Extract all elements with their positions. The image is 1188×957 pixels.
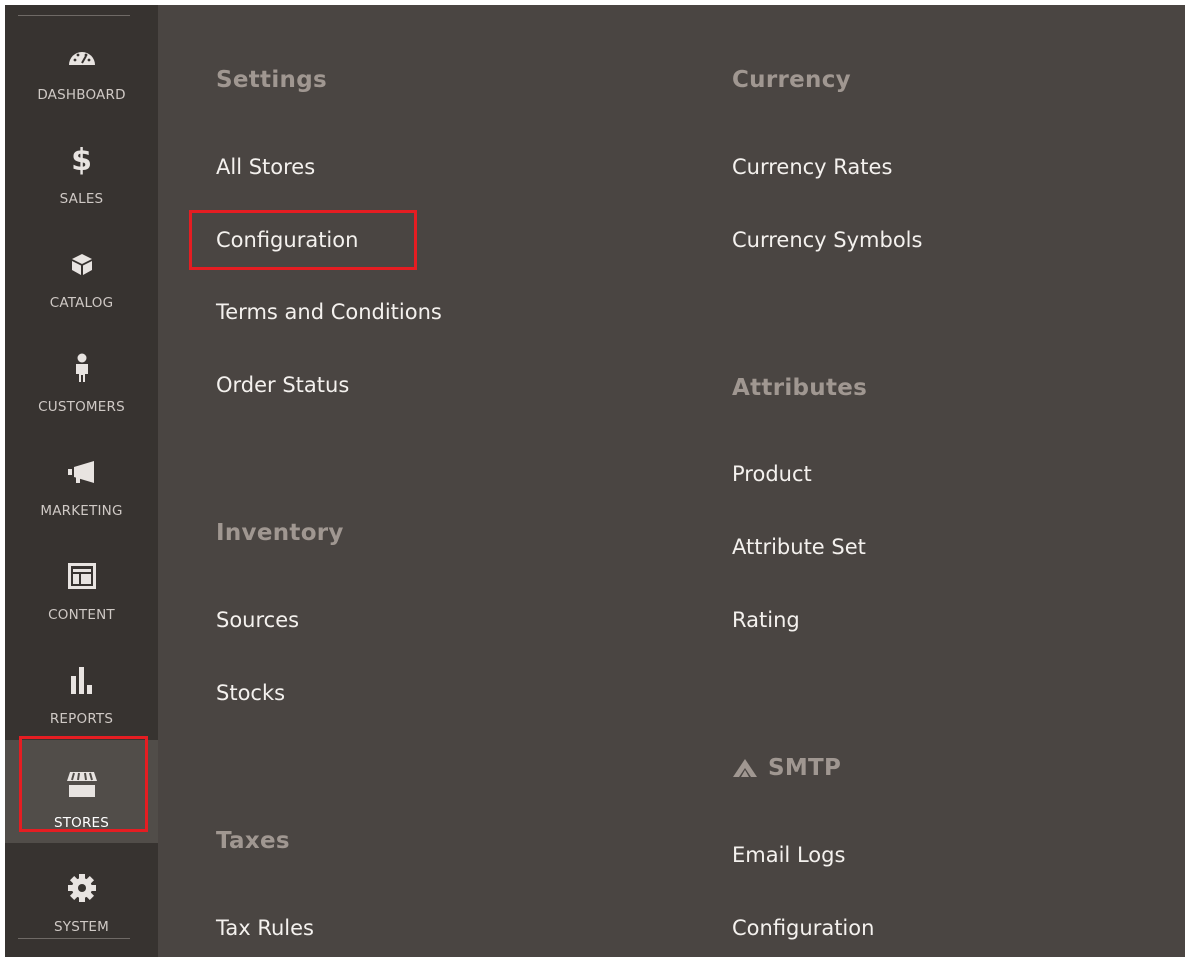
- nav-label-sales: SALES: [59, 191, 104, 207]
- nav-item-marketing[interactable]: MARKETING: [5, 428, 158, 531]
- nav-item-system[interactable]: SYSTEM: [5, 844, 158, 947]
- menu-link-currency-rates[interactable]: Currency Rates: [732, 155, 892, 179]
- menu-link-order-status[interactable]: Order Status: [216, 373, 349, 397]
- menu-link-product[interactable]: Product: [732, 462, 812, 486]
- menu-link-configuration[interactable]: Configuration: [216, 228, 358, 252]
- menu-link-terms-and-conditions[interactable]: Terms and Conditions: [216, 300, 442, 324]
- dashboard-icon: [5, 41, 158, 71]
- dollar-icon: $: [71, 142, 92, 178]
- section-title-currency: Currency: [732, 67, 851, 93]
- nav-label-stores: STORES: [53, 815, 110, 831]
- nav-item-sales[interactable]: $ SALES: [5, 116, 158, 219]
- section-title-settings: Settings: [216, 67, 327, 93]
- nav-label-reports: REPORTS: [49, 711, 114, 727]
- nav-item-content[interactable]: CONTENT: [5, 532, 158, 635]
- section-title-attributes: Attributes: [732, 375, 868, 401]
- menu-link-email-logs[interactable]: Email Logs: [732, 843, 845, 867]
- section-title-taxes: Taxes: [216, 828, 290, 854]
- nav-label-content: CONTENT: [48, 607, 115, 623]
- smtp-title-text: SMTP: [768, 755, 842, 781]
- menu-link-attribute-set[interactable]: Attribute Set: [732, 535, 866, 559]
- megaphone-icon: [5, 457, 158, 487]
- layout-icon: [5, 561, 158, 591]
- nav-item-customers[interactable]: CUSTOMERS: [5, 324, 158, 427]
- menu-link-stocks[interactable]: Stocks: [216, 681, 285, 705]
- nav-item-stores[interactable]: STORES: [5, 740, 158, 843]
- admin-frame: DASHBOARD $ SALES CATALOG CUSTOMERS MARK…: [5, 5, 1185, 957]
- nav-item-catalog[interactable]: CATALOG: [5, 220, 158, 323]
- nav-item-reports[interactable]: REPORTS: [5, 636, 158, 739]
- menu-link-all-stores[interactable]: All Stores: [216, 155, 315, 179]
- smtp-logo-icon: [732, 758, 758, 778]
- menu-link-sources[interactable]: Sources: [216, 608, 299, 632]
- section-title-smtp: SMTP: [732, 755, 841, 781]
- menu-link-rating[interactable]: Rating: [732, 608, 800, 632]
- person-icon: [5, 353, 158, 383]
- nav-label-dashboard: DASHBOARD: [37, 87, 126, 103]
- admin-sidebar: DASHBOARD $ SALES CATALOG CUSTOMERS MARK…: [5, 5, 158, 957]
- nav-label-system: SYSTEM: [53, 919, 109, 935]
- storefront-icon: [5, 769, 158, 799]
- sidebar-bottom-divider: [18, 938, 130, 939]
- gear-icon: [5, 873, 158, 903]
- menu-link-currency-symbols[interactable]: Currency Symbols: [732, 228, 922, 252]
- nav-label-marketing: MARKETING: [40, 503, 123, 519]
- section-title-inventory: Inventory: [216, 520, 344, 546]
- nav-item-dashboard[interactable]: DASHBOARD: [5, 12, 158, 115]
- box-icon: [5, 249, 158, 279]
- menu-link-tax-rules[interactable]: Tax Rules: [216, 916, 314, 940]
- menu-link-smtp-configuration[interactable]: Configuration: [732, 916, 874, 940]
- nav-label-catalog: CATALOG: [49, 295, 114, 311]
- nav-label-customers: CUSTOMERS: [38, 399, 125, 415]
- bar-chart-icon: [5, 665, 158, 695]
